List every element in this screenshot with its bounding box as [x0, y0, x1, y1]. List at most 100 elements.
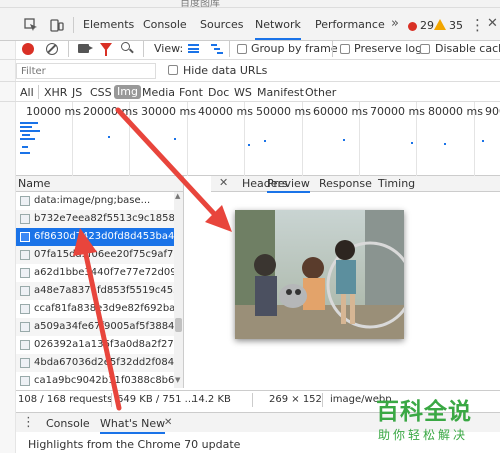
devtools-tabbar: Elements Console Sources Network Perform…	[0, 8, 500, 41]
disable-cache-label[interactable]: Disable cache	[435, 42, 500, 55]
timeline-request-dot	[108, 136, 110, 138]
request-name: 026392a1a136f3a0d8a2f2717...	[34, 339, 183, 350]
search-icon[interactable]	[121, 42, 130, 51]
toolbar-divider	[332, 41, 333, 57]
tab-timing[interactable]: Timing	[378, 177, 415, 190]
type-font[interactable]: Font	[179, 86, 203, 99]
request-row[interactable]: a62d1bbe3440f7e77e72d09b0...	[16, 264, 183, 282]
image-thumbnail-icon	[20, 268, 30, 278]
warning-icon[interactable]	[434, 19, 446, 30]
timeline-request-bar	[20, 130, 40, 132]
type-other[interactable]: Other	[305, 86, 336, 99]
request-row[interactable]: data:image/png;base...	[16, 192, 183, 210]
type-css[interactable]: CSS	[90, 86, 112, 99]
large-rows-icon[interactable]	[188, 44, 199, 53]
window-title: 百度图库	[180, 0, 220, 8]
request-row[interactable]: 026392a1a136f3a0d8a2f2717...	[16, 336, 183, 354]
tab-sources[interactable]: Sources	[200, 18, 244, 31]
request-name: ca1a9bc9042b11f0388c8b68...	[34, 375, 183, 386]
group-by-frame-label[interactable]: Group by frame	[251, 42, 338, 55]
type-all[interactable]: All	[20, 86, 34, 99]
close-drawer-tab-icon[interactable]: ✕	[164, 417, 172, 428]
request-row[interactable]: ca1a9bc9042b11f0388c8b68...	[16, 372, 183, 388]
watermark-title: 百科全说	[376, 399, 472, 425]
request-name: 6f8630d7423d0fd8d453ba485...	[34, 231, 183, 242]
view-label: View:	[154, 42, 184, 55]
type-media[interactable]: Media	[142, 86, 175, 99]
request-row[interactable]: ccaf81fa838e3d9e82f692baca...	[16, 300, 183, 318]
scrollbar-thumb[interactable]	[175, 318, 182, 332]
drawer-tab-console[interactable]: Console	[46, 417, 90, 430]
disable-cache-checkbox[interactable]	[420, 44, 430, 54]
hide-data-urls-label[interactable]: Hide data URLs	[183, 64, 267, 77]
tab-elements[interactable]: Elements	[83, 18, 134, 31]
request-name: 4bda67036d2e5f32dd2f084be9...	[34, 357, 183, 368]
error-count[interactable]: 29	[420, 19, 434, 32]
type-xhr[interactable]: XHR	[44, 86, 67, 99]
type-js[interactable]: JS	[72, 86, 82, 99]
request-row-selected[interactable]: 6f8630d7423d0fd8d453ba485...	[16, 228, 183, 246]
overview-icon[interactable]	[211, 44, 223, 54]
timeline-tick-label: 30000 ms	[141, 105, 196, 118]
more-tabs-icon[interactable]: »	[391, 16, 399, 31]
timeline-request-dot	[444, 143, 446, 145]
drawer-tab-whats-new[interactable]: What's New	[100, 417, 166, 434]
tab-console[interactable]: Console	[143, 18, 187, 31]
close-devtools-icon[interactable]: ✕	[487, 16, 498, 31]
image-thumbnail-icon	[20, 196, 30, 206]
timeline-tick-label: 80000 ms	[428, 105, 483, 118]
record-icon[interactable]	[22, 43, 34, 55]
timeline-request-dot	[411, 142, 413, 144]
request-row[interactable]: 4bda67036d2e5f32dd2f084be9...	[16, 354, 183, 372]
network-overview-timeline[interactable]: 10000 ms 20000 ms 30000 ms 40000 ms 5000…	[16, 102, 500, 176]
toolbar-divider	[143, 41, 144, 57]
inspect-element-icon[interactable]	[24, 18, 38, 32]
timeline-request-bar	[20, 126, 32, 128]
error-icon[interactable]	[408, 22, 417, 31]
tab-preview[interactable]: Preview	[267, 177, 310, 193]
name-column-header[interactable]: Name	[16, 176, 184, 192]
timeline-tick-label: 900	[485, 105, 500, 118]
timeline-tick-label: 70000 ms	[370, 105, 425, 118]
image-size: 14.2 KB	[192, 394, 231, 405]
scroll-up-icon[interactable]: ▲	[175, 192, 180, 200]
timeline-request-dot	[482, 140, 484, 142]
tab-performance[interactable]: Performance	[315, 18, 385, 31]
preserve-log-checkbox[interactable]	[340, 44, 350, 54]
type-doc[interactable]: Doc	[208, 86, 229, 99]
request-list: data:image/png;base... b732e7eea82f5513c…	[16, 192, 184, 388]
scroll-down-icon[interactable]: ▼	[175, 376, 180, 384]
request-row[interactable]: a48e7a8371fd853f5519c4536...	[16, 282, 183, 300]
request-row[interactable]: b732e7eea82f5513c9c18587b...	[16, 210, 183, 228]
anime-image-preview[interactable]	[235, 210, 404, 339]
tab-response[interactable]: Response	[319, 177, 372, 190]
image-thumbnail-icon	[20, 322, 30, 332]
whats-new-headline: Highlights from the Chrome 70 update	[28, 438, 241, 451]
capture-screenshots-icon[interactable]	[78, 44, 93, 53]
close-detail-icon[interactable]: ✕	[219, 176, 228, 189]
image-thumbnail-icon	[20, 358, 30, 368]
baike-watermark-logo: 百科全说 助你轻松解决	[372, 392, 500, 453]
filter-input[interactable]	[16, 63, 156, 79]
hide-data-urls-checkbox[interactable]	[168, 65, 178, 75]
filter-icon[interactable]	[100, 43, 112, 56]
timeline-request-dot	[343, 139, 345, 141]
clear-icon[interactable]	[46, 43, 58, 55]
request-row[interactable]: a509a34fe67f9005af5f388412...	[16, 318, 183, 336]
request-list-scrollbar[interactable]: ▲ ▼	[174, 192, 183, 388]
devtools-menu-icon[interactable]: ⋮	[470, 16, 485, 34]
filter-row: Hide data URLs	[0, 60, 500, 82]
tab-network[interactable]: Network	[255, 18, 301, 40]
preserve-log-label[interactable]: Preserve log	[354, 42, 422, 55]
drawer-menu-icon[interactable]: ⋮	[22, 415, 35, 430]
type-ws[interactable]: WS	[234, 86, 252, 99]
type-img[interactable]: Img	[114, 85, 141, 99]
group-by-frame-checkbox[interactable]	[237, 44, 247, 54]
device-toolbar-icon[interactable]	[50, 18, 64, 32]
network-toolbar: View: Group by frame Preserve log Disabl…	[0, 38, 500, 60]
request-row[interactable]: 07fa15da3f06ee20f75c9af75a2...	[16, 246, 183, 264]
toolbar-divider	[229, 41, 230, 57]
timeline-tick-label: 10000 ms	[26, 105, 81, 118]
warning-count[interactable]: 35	[449, 19, 463, 32]
type-manifest[interactable]: Manifest	[257, 86, 304, 99]
